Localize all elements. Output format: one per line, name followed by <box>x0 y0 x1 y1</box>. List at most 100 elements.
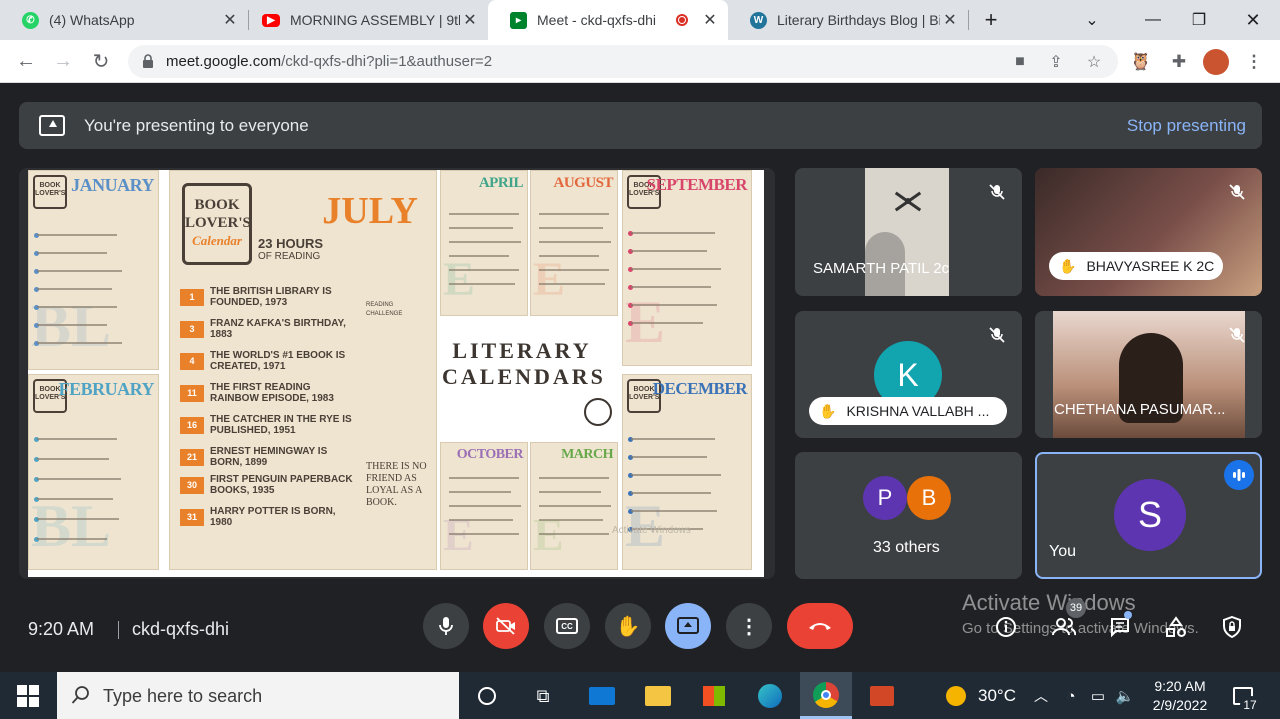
volume-icon[interactable]: 🔈 <box>1111 682 1139 710</box>
leave-call-button[interactable] <box>787 603 853 649</box>
participant-tile-krishna[interactable]: K ✋ KRISHNA VALLABH ... <box>795 311 1022 438</box>
file-explorer-icon[interactable] <box>644 682 672 710</box>
tab-literary-birthdays[interactable]: W Literary Birthdays Blog | Bi ✕ <box>728 0 968 40</box>
microsoft-store-icon[interactable] <box>700 682 728 710</box>
info-icon <box>996 617 1016 637</box>
profile-avatar[interactable] <box>1203 49 1229 75</box>
restore-button[interactable]: ❐ <box>1176 0 1222 40</box>
show-hidden-icons-chevron-icon[interactable]: ︿ <box>1027 682 1055 710</box>
weather-icon[interactable] <box>942 682 970 710</box>
slide-title: LITERARY CALENDARS <box>442 338 606 389</box>
weather-temperature[interactable]: 30°C <box>978 686 1016 706</box>
close-tab-icon[interactable]: ✕ <box>220 10 240 30</box>
tab-meet[interactable]: ▸ Meet - ckd-qxfs-dhi ✕ <box>488 0 728 40</box>
minimize-button[interactable]: — <box>1130 0 1176 40</box>
month-heading: JANUARY <box>71 175 154 195</box>
taskbar-clock[interactable]: 9:20 AM 2/9/2022 <box>1148 677 1212 715</box>
close-tab-icon[interactable]: ✕ <box>460 10 480 30</box>
chrome-taskbar-button[interactable] <box>800 672 852 719</box>
mail-icon[interactable] <box>588 682 616 710</box>
camera-in-use-icon[interactable]: ■ <box>1009 51 1031 73</box>
event-line <box>449 213 519 215</box>
owl-extension-icon[interactable]: 🦉 <box>1128 49 1154 75</box>
meet-call-view: You're presenting to everyone Stop prese… <box>0 83 1280 672</box>
event-line <box>37 342 122 344</box>
divider <box>118 621 119 639</box>
others-tile[interactable]: P B 33 others <box>795 452 1022 579</box>
participant-name: SAMARTH PATIL 2c <box>813 260 950 277</box>
camera-off-button[interactable] <box>483 603 529 649</box>
book-lovers-seal-icon <box>584 398 612 426</box>
mic-icon <box>439 617 453 635</box>
hang-up-icon <box>809 623 831 630</box>
browser-menu-icon[interactable]: ⋮ <box>1241 49 1267 75</box>
participant-tile-bhavyasree[interactable]: ✋ BHAVYASREE K 2C <box>1035 168 1262 296</box>
cortana-icon[interactable] <box>473 682 501 710</box>
address-bar[interactable]: meet.google.com/ckd-qxfs-dhi?pli=1&authu… <box>128 45 1118 78</box>
extensions-puzzle-icon[interactable]: ✚ <box>1166 49 1192 75</box>
month-heading: SEPTEMBER <box>646 175 748 194</box>
event-line <box>631 286 711 288</box>
event-line <box>37 538 107 540</box>
calendar-card-august: AUGUST E <box>530 170 618 316</box>
event-line <box>449 519 513 521</box>
captions-button[interactable]: CC <box>544 603 590 649</box>
edge-browser-icon[interactable] <box>756 682 784 710</box>
meeting-details-button[interactable] <box>992 613 1020 641</box>
event-item: 31 HARRY POTTER IS BORN, 1980 <box>180 505 360 529</box>
close-window-button[interactable]: ✕ <box>1230 0 1276 40</box>
event-line <box>631 268 721 270</box>
participant-tile-chethana[interactable]: CHETHANA PASUMAR... <box>1035 311 1262 438</box>
month-heading: APRIL <box>478 175 524 191</box>
wifi-icon[interactable]: ◔ <box>1057 682 1085 710</box>
month-heading: OCTOBER <box>456 447 524 462</box>
presentation-app-icon[interactable] <box>868 682 896 710</box>
host-controls-button[interactable] <box>1218 613 1246 641</box>
bookmark-star-icon[interactable]: ☆ <box>1083 51 1105 73</box>
month-heading: AUGUST <box>553 175 613 191</box>
meeting-code: ckd-qxfs-dhi <box>132 619 230 639</box>
task-view-icon[interactable]: ⧉ <box>529 682 557 710</box>
meeting-controls-bar: 9:20 AM ckd-qxfs-dhi CC ✋ ⋮ Activate Win… <box>0 588 1280 672</box>
share-icon[interactable]: ⇪ <box>1045 51 1067 73</box>
browser-tab-strip: ✆ (4) WhatsApp ✕ ▶ MORNING ASSEMBLY | 9t… <box>0 0 1280 40</box>
calendar-card-october: OCTOBER E <box>440 442 528 570</box>
camera-off-icon <box>496 617 515 635</box>
new-tab-button[interactable]: + <box>968 0 1014 40</box>
forward-arrow-icon[interactable]: → <box>48 46 78 76</box>
event-item: 4 THE WORLD'S #1 EBOOK IS CREATED, 1971 <box>180 349 360 373</box>
tab-title: Literary Birthdays Blog | Bi <box>777 12 940 28</box>
event-item: 30 FIRST PENGUIN PAPERBACK BOOKS, 1935 <box>180 473 360 497</box>
battery-icon[interactable]: ▭ <box>1084 682 1112 710</box>
activities-button[interactable] <box>1162 613 1190 641</box>
participant-tile-samarth[interactable]: SAMARTH PATIL 2c <box>795 168 1022 296</box>
raise-hand-button[interactable]: ✋ <box>605 603 651 649</box>
book-quote: THERE IS NO FRIEND AS LOYAL AS A BOOK. <box>366 461 427 508</box>
event-line <box>631 322 703 324</box>
event-line <box>37 306 117 308</box>
decorative-letter: BL <box>31 493 112 559</box>
windows-start-icon[interactable] <box>17 685 39 707</box>
reload-icon[interactable]: ↻ <box>86 46 116 76</box>
event-line <box>449 269 519 271</box>
tab-morning-assembly[interactable]: ▶ MORNING ASSEMBLY | 9th ✕ <box>240 0 488 40</box>
close-tab-icon[interactable]: ✕ <box>700 10 720 30</box>
self-avatar: S <box>1114 479 1186 551</box>
more-options-button[interactable]: ⋮ <box>726 603 772 649</box>
whatsapp-icon: ✆ <box>22 11 39 29</box>
present-now-button[interactable] <box>665 603 711 649</box>
event-item: 16 THE CATCHER IN THE RYE IS PUBLISHED, 1… <box>180 413 360 437</box>
microphone-button[interactable] <box>423 603 469 649</box>
stop-presenting-button[interactable]: Stop presenting <box>1127 116 1246 136</box>
taskbar-search-box[interactable]: Type here to search <box>57 672 459 719</box>
tab-whatsapp[interactable]: ✆ (4) WhatsApp ✕ <box>0 0 248 40</box>
self-tile[interactable]: S You <box>1035 452 1262 579</box>
event-line <box>449 477 519 479</box>
close-tab-icon[interactable]: ✕ <box>940 10 960 30</box>
tab-search-chevron-icon[interactable]: ⌄ <box>1069 0 1115 40</box>
calendar-card-january: BOOK LOVER'S JANUARY BL <box>28 170 159 370</box>
notification-count-badge: 17 <box>1240 696 1260 714</box>
browser-toolbar: ← → ↻ meet.google.com/ckd-qxfs-dhi?pli=1… <box>0 40 1280 83</box>
back-arrow-icon[interactable]: ← <box>11 46 41 76</box>
event-line <box>539 269 609 271</box>
